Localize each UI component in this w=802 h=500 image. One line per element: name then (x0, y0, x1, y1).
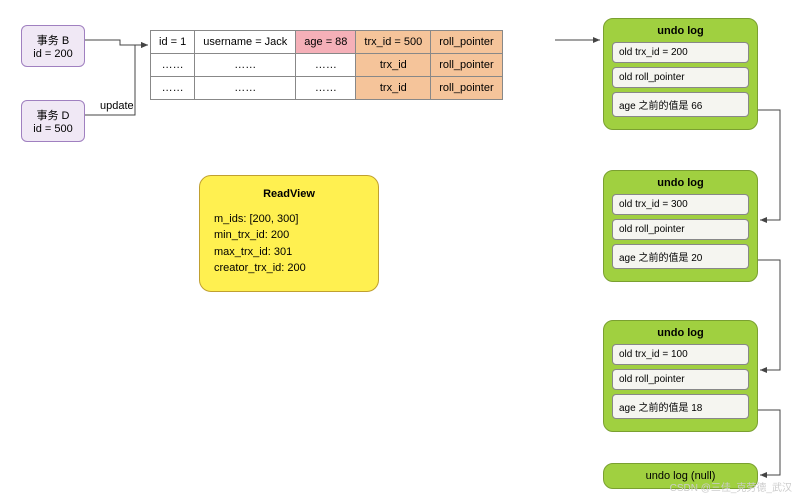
tx-b-id: id = 200 (32, 48, 74, 60)
cell-age: …… (296, 54, 356, 77)
undo-val: age 之前的值是 66 (612, 92, 749, 117)
cell-age: …… (296, 77, 356, 100)
undo-title: undo log (612, 327, 749, 339)
undo-trx: old trx_id = 300 (612, 194, 749, 215)
cell-id: …… (151, 77, 195, 100)
transaction-d-box: 事务 D id = 500 (21, 100, 85, 142)
readview-min: min_trx_id: 200 (214, 227, 364, 244)
cell-roll: roll_pointer (431, 54, 502, 77)
update-edge-label: update (100, 100, 134, 112)
cell-age: age = 88 (296, 31, 356, 54)
cell-username: …… (195, 54, 296, 77)
cell-trx: trx_id (356, 77, 431, 100)
readview-title: ReadView (214, 186, 364, 203)
readview-creator: creator_trx_id: 200 (214, 260, 364, 277)
undo-trx: old trx_id = 200 (612, 42, 749, 63)
record-table: id = 1 username = Jack age = 88 trx_id =… (150, 30, 503, 100)
watermark: CSDN @三佳_克劳德_武汉 (670, 479, 792, 494)
cell-trx: trx_id (356, 54, 431, 77)
readview-mids: m_ids: [200, 300] (214, 211, 364, 228)
undo-log-3: undo log old trx_id = 100 old roll_point… (603, 320, 758, 432)
tx-d-label: 事务 D (32, 107, 74, 123)
undo-log-2: undo log old trx_id = 300 old roll_point… (603, 170, 758, 282)
cell-trx: trx_id = 500 (356, 31, 431, 54)
undo-roll: old roll_pointer (612, 67, 749, 88)
undo-roll: old roll_pointer (612, 219, 749, 240)
undo-title: undo log (612, 25, 749, 37)
cell-roll: roll_pointer (431, 31, 502, 54)
readview-box: ReadView m_ids: [200, 300] min_trx_id: 2… (199, 175, 379, 292)
tx-d-id: id = 500 (32, 123, 74, 135)
undo-roll: old roll_pointer (612, 369, 749, 390)
transaction-b-box: 事务 B id = 200 (21, 25, 85, 67)
undo-log-1: undo log old trx_id = 200 old roll_point… (603, 18, 758, 130)
cell-username: …… (195, 77, 296, 100)
readview-max: max_trx_id: 301 (214, 244, 364, 261)
cell-username: username = Jack (195, 31, 296, 54)
undo-val: age 之前的值是 18 (612, 394, 749, 419)
undo-title: undo log (612, 177, 749, 189)
undo-trx: old trx_id = 100 (612, 344, 749, 365)
cell-id: id = 1 (151, 31, 195, 54)
undo-val: age 之前的值是 20 (612, 244, 749, 269)
cell-roll: roll_pointer (431, 77, 502, 100)
cell-id: …… (151, 54, 195, 77)
tx-b-label: 事务 B (32, 32, 74, 48)
